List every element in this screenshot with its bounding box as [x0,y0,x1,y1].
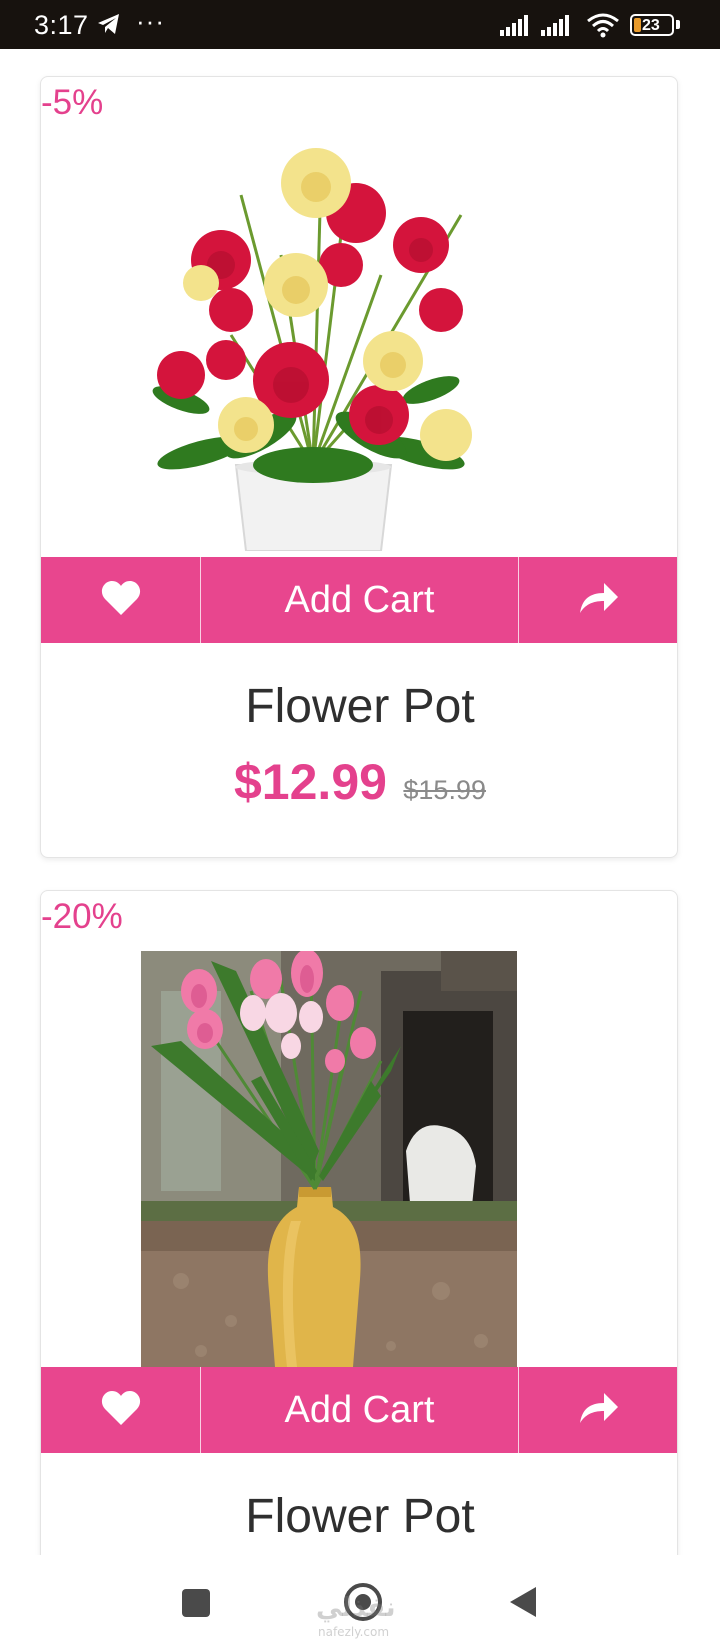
watermark: نفذلي [316,1593,396,1623]
product-card[interactable]: -5% Add Cart Flower Pot $12.99 $15.99 [40,76,678,858]
product-price: $12.99 [234,754,387,810]
product-old-price: $15.99 [403,775,486,805]
discount-badge: -5% [41,83,104,122]
action-bar: Add Cart [41,1367,677,1453]
battery-tip [676,20,680,29]
status-bar: 3:17 ··· 23 [0,0,720,49]
status-time: 3:17 [34,10,89,40]
product-card[interactable]: -20% Add Cart Flower Pot [40,890,678,1555]
add-cart-button[interactable]: Add Cart [201,1367,519,1453]
share-arrow-icon [578,1391,620,1430]
navigation-bar: نفذلي nafezly.com [0,1555,720,1650]
recents-button[interactable] [182,1589,210,1617]
signal-icon [500,14,534,41]
watermark-subtext: nafezly.com [318,1625,390,1639]
product-title: Flower Pot [245,1490,475,1543]
product-title: Flower Pot [245,680,475,733]
favorite-button[interactable] [41,1367,201,1453]
battery-level: 23 [642,17,660,34]
signal-icon [541,14,575,41]
action-bar: Add Cart [41,557,677,643]
heart-icon [101,1390,141,1431]
product-list[interactable]: -5% Add Cart Flower Pot $12.99 $15.99 -2… [0,49,720,1555]
favorite-button[interactable] [41,557,201,643]
add-cart-button[interactable]: Add Cart [201,557,519,643]
share-arrow-icon [578,581,620,620]
flower-pot-carnations-image[interactable] [81,135,629,552]
battery-icon: 23 [630,14,674,36]
wifi-icon [586,12,620,43]
heart-icon [101,580,141,621]
share-button[interactable] [519,1367,677,1453]
back-button[interactable] [508,1585,538,1624]
more-icon: ··· [136,6,165,36]
telegram-icon [97,13,121,40]
price-line: $12.99 $15.99 [41,753,677,811]
share-button[interactable] [519,557,677,643]
discount-badge: -20% [41,897,123,936]
tulip-vase-image[interactable] [141,949,517,1367]
